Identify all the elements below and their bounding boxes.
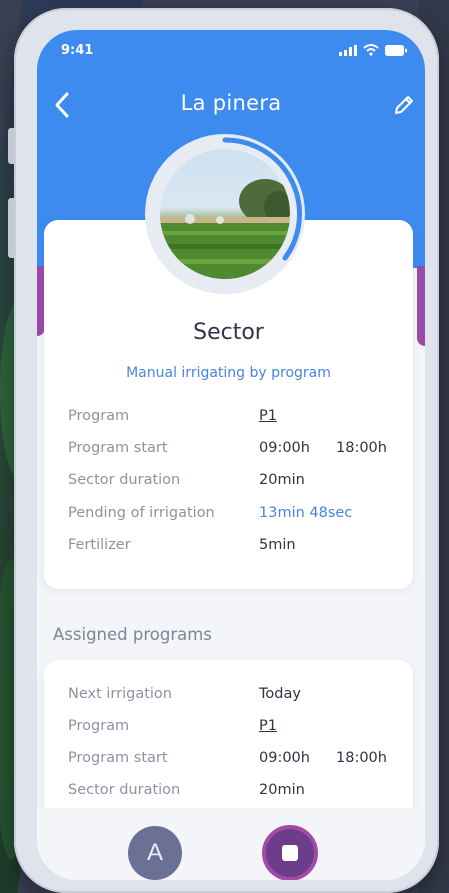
stop-button[interactable] bbox=[262, 825, 318, 880]
next-irrigation-value: Today bbox=[259, 686, 301, 702]
detail-label: Fertilizer bbox=[68, 537, 131, 553]
signal-icon bbox=[339, 44, 357, 56]
detail-row-pending: Pending of irrigation 13min 48sec bbox=[68, 505, 398, 529]
detail-row-duration: Sector duration 20min bbox=[68, 782, 398, 806]
pending-value: 13min 48sec bbox=[259, 505, 353, 521]
fertilizer-value: 5min bbox=[259, 537, 296, 553]
detail-label: Pending of irrigation bbox=[68, 505, 215, 521]
detail-row-program-start: Program start 09:00h 18:00h bbox=[68, 440, 398, 464]
section-heading: Assigned programs bbox=[53, 625, 212, 644]
phone-side-button bbox=[8, 198, 14, 258]
phone-frame: 9:41 La pinera Sector Manual irrigating … bbox=[8, 8, 439, 893]
pencil-icon bbox=[395, 96, 413, 114]
irrigation-mode: Manual irrigating by program bbox=[126, 365, 331, 381]
status-icons bbox=[339, 44, 407, 56]
stop-icon bbox=[282, 845, 298, 861]
duration-value: 20min bbox=[259, 472, 305, 488]
detail-row-fertilizer: Fertilizer 5min bbox=[68, 537, 398, 561]
edit-button[interactable] bbox=[389, 87, 419, 123]
battery-icon bbox=[385, 44, 407, 56]
detail-label: Next irrigation bbox=[68, 686, 172, 702]
duration-value: 20min bbox=[259, 782, 305, 798]
program-link[interactable]: P1 bbox=[259, 718, 277, 734]
detail-label: Program bbox=[68, 718, 130, 734]
detail-row-duration: Sector duration 20min bbox=[68, 472, 398, 496]
start-time-2: 18:00h bbox=[336, 440, 387, 456]
detail-row-program: Program P1 bbox=[68, 718, 398, 742]
navigation-bar: La pinera bbox=[37, 85, 425, 125]
start-time-1: 09:00h bbox=[259, 440, 310, 456]
detail-row-program: Program P1 bbox=[68, 408, 398, 432]
status-bar: 9:41 bbox=[37, 30, 425, 70]
app-screen: 9:41 La pinera Sector Manual irrigating … bbox=[37, 30, 425, 880]
detail-label: Program start bbox=[68, 440, 168, 456]
start-time-1: 09:00h bbox=[259, 750, 310, 766]
detail-label: Program bbox=[68, 408, 130, 424]
detail-row-next-irrigation: Next irrigation Today bbox=[68, 686, 398, 710]
start-time-2: 18:00h bbox=[336, 750, 387, 766]
detail-label: Sector duration bbox=[68, 782, 181, 798]
sector-title: Sector bbox=[193, 320, 264, 345]
phone-side-button bbox=[8, 128, 14, 164]
sector-photo-frame bbox=[145, 134, 305, 294]
page-title: La pinera bbox=[180, 91, 282, 115]
bottom-action-bar: A bbox=[37, 808, 425, 880]
program-link[interactable]: P1 bbox=[259, 408, 277, 424]
detail-label: Sector duration bbox=[68, 472, 181, 488]
status-time: 9:41 bbox=[61, 43, 94, 58]
detail-row-program-start: Program start 09:00h 18:00h bbox=[68, 750, 398, 774]
sector-photo bbox=[160, 149, 290, 279]
wifi-icon bbox=[363, 44, 379, 56]
accent-strip-right bbox=[417, 266, 425, 346]
field-image bbox=[160, 179, 290, 279]
detail-label: Program start bbox=[68, 750, 168, 766]
mode-button[interactable]: A bbox=[128, 826, 182, 880]
